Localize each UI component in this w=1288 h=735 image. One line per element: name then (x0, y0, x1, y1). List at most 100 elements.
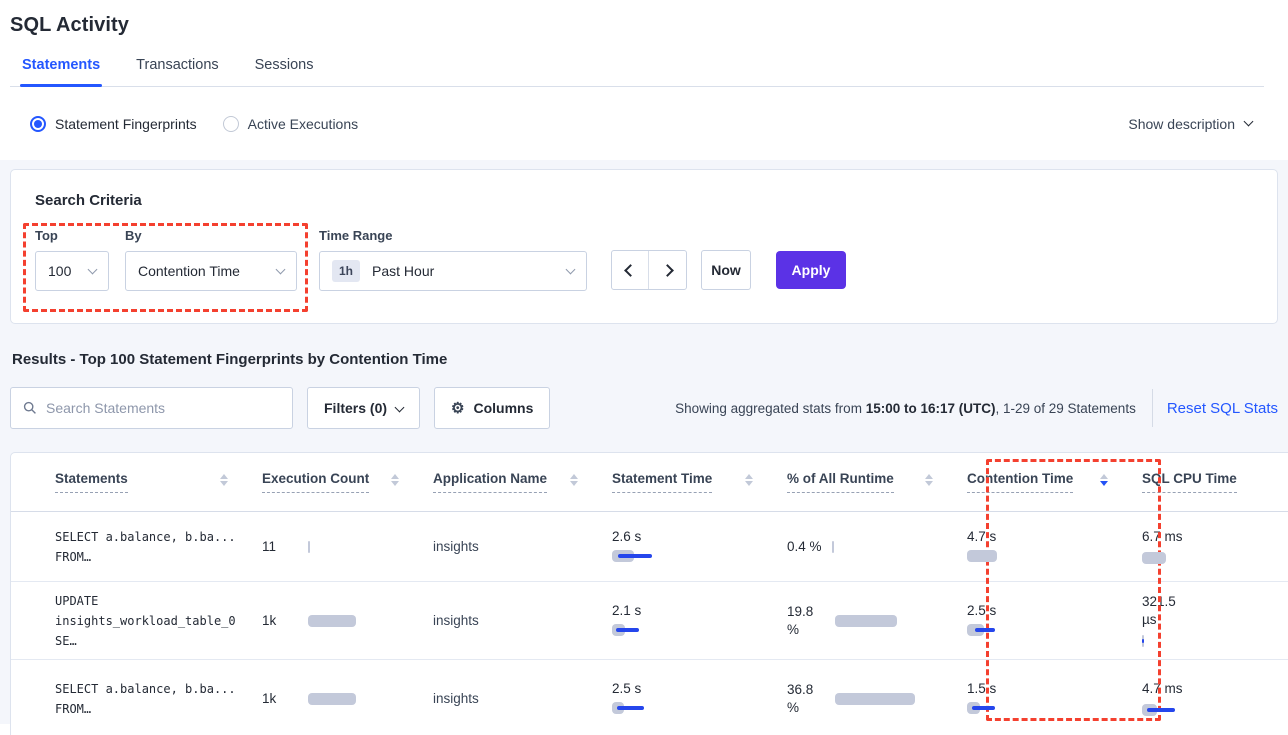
radio-unselected-icon (223, 116, 239, 132)
table-row[interactable]: SELECT a.balance, b.ba... FROM… 1k insig… (11, 660, 1288, 735)
results-toolbar: Filters (0) ⚙ Columns Showing aggregated… (10, 387, 1278, 429)
sort-icon (220, 474, 228, 491)
column-header-pct-runtime[interactable]: % of All Runtime (787, 471, 967, 493)
contention-time-bar (967, 548, 1063, 564)
time-range-label: Time Range (319, 228, 587, 243)
chevron-down-icon (1244, 117, 1254, 127)
apply-button[interactable]: Apply (776, 251, 846, 289)
column-header-execution-count[interactable]: Execution Count (262, 471, 433, 493)
reset-sql-stats-link[interactable]: Reset SQL Stats (1167, 400, 1278, 417)
contention-time-bar (967, 622, 1063, 638)
sort-icon (925, 474, 933, 491)
time-range-badge: 1h (332, 260, 360, 282)
tab-statements[interactable]: Statements (20, 57, 102, 86)
execution-count-cell: 11 (262, 539, 433, 555)
column-header-statement-time[interactable]: Statement Time (612, 471, 787, 493)
sql-cpu-time-bar (1142, 702, 1238, 718)
filters-button[interactable]: Filters (0) (307, 387, 420, 429)
time-range-select[interactable]: 1h Past Hour (319, 251, 587, 291)
statement-time-cell: 2.5 s (612, 681, 787, 716)
column-header-sql-cpu-time[interactable]: SQL CPU Time (1142, 471, 1288, 493)
sql-cpu-time-bar (1142, 633, 1238, 649)
statements-table: Statements Execution Count Application N… (10, 452, 1288, 735)
pct-runtime-cell: 0.4 % (787, 538, 967, 556)
gear-icon: ⚙ (451, 401, 464, 416)
top-control: Top 100 (35, 228, 109, 291)
statement-time-cell: 2.6 s (612, 529, 787, 564)
sql-cpu-time-cell: 6.7 ms (1142, 528, 1288, 566)
toolbar-divider (1152, 389, 1153, 427)
aggregated-stats-note: Showing aggregated stats from 15:00 to 1… (675, 401, 1136, 416)
execution-count-bar (308, 539, 404, 555)
sql-cpu-time-cell: 321.5 µs (1142, 593, 1288, 649)
chevron-down-icon (395, 402, 405, 412)
previous-time-button[interactable] (612, 251, 649, 289)
chevron-right-icon (661, 264, 674, 277)
time-range-control: Time Range 1h Past Hour (319, 228, 587, 291)
pct-runtime-bar (832, 539, 928, 555)
columns-label: Columns (473, 400, 533, 416)
by-label: By (125, 228, 297, 243)
application-name-cell: insights (433, 691, 612, 706)
sort-icon (570, 474, 578, 491)
statement-time-cell: 2.1 s (612, 603, 787, 638)
chevron-down-icon (88, 264, 98, 274)
statement-link[interactable]: SELECT a.balance, b.ba... FROM… (11, 679, 262, 719)
filters-label: Filters (0) (324, 400, 387, 416)
statement-time-bar (612, 700, 708, 716)
sort-icon-active-desc (1100, 474, 1108, 491)
execution-count-bar (308, 691, 404, 707)
pct-runtime-bar (835, 613, 931, 629)
radio-label: Active Executions (248, 116, 359, 132)
statement-time-bar (612, 548, 708, 564)
view-toggle-band: Statement Fingerprints Active Executions… (0, 87, 1288, 160)
application-name-cell: insights (433, 539, 612, 554)
show-description-label: Show description (1128, 116, 1235, 132)
statement-link[interactable]: UPDATE insights_workload_table_0 SE… (11, 591, 262, 651)
chevron-down-icon (276, 264, 286, 274)
by-select[interactable]: Contention Time (125, 251, 297, 291)
pct-runtime-cell: 36.8 % (787, 681, 967, 717)
application-name-cell: insights (433, 613, 612, 628)
results-heading: Results - Top 100 Statement Fingerprints… (12, 351, 1278, 368)
show-description-toggle[interactable]: Show description (1128, 116, 1252, 132)
radio-active-executions[interactable]: Active Executions (223, 116, 359, 132)
table-header-row: Statements Execution Count Application N… (11, 453, 1288, 512)
sort-icon (745, 474, 753, 491)
column-header-statements[interactable]: Statements (11, 471, 262, 493)
contention-time-bar (967, 700, 1063, 716)
search-criteria-heading: Search Criteria (11, 170, 1277, 209)
radio-statement-fingerprints[interactable]: Statement Fingerprints (30, 116, 197, 132)
radio-selected-icon (30, 116, 46, 132)
search-statements-box (10, 387, 293, 429)
table-body: SELECT a.balance, b.ba... FROM… 11 insig… (11, 512, 1288, 735)
column-header-contention-time[interactable]: Contention Time (967, 471, 1142, 493)
sql-cpu-time-cell: 4.7 ms (1142, 680, 1288, 718)
pct-runtime-bar (835, 691, 931, 707)
tab-bar: Statements Transactions Sessions (10, 57, 1264, 87)
sql-cpu-time-bar (1142, 550, 1238, 566)
table-row[interactable]: UPDATE insights_workload_table_0 SE… 1k … (11, 582, 1288, 660)
contention-time-cell: 2.5 s (967, 603, 1142, 638)
tab-transactions[interactable]: Transactions (134, 57, 220, 86)
table-row[interactable]: SELECT a.balance, b.ba... FROM… 11 insig… (11, 512, 1288, 582)
chevron-down-icon (566, 264, 576, 274)
time-range-value: Past Hour (372, 263, 434, 279)
execution-count-bar (308, 613, 404, 629)
top-label: Top (35, 228, 109, 243)
execution-count-cell: 1k (262, 613, 433, 629)
contention-time-cell: 1.5 s (967, 681, 1142, 716)
now-button[interactable]: Now (701, 250, 751, 290)
tab-sessions[interactable]: Sessions (253, 57, 316, 86)
page-title: SQL Activity (10, 14, 1264, 37)
search-statements-input[interactable] (46, 400, 280, 416)
columns-button[interactable]: ⚙ Columns (434, 387, 550, 429)
statement-link[interactable]: SELECT a.balance, b.ba... FROM… (11, 527, 262, 567)
column-header-application-name[interactable]: Application Name (433, 471, 612, 493)
search-icon (23, 401, 37, 415)
pct-runtime-cell: 19.8 % (787, 603, 967, 639)
next-time-button[interactable] (649, 251, 686, 289)
time-range-arrows (611, 250, 687, 290)
top-select[interactable]: 100 (35, 251, 109, 291)
top-value: 100 (48, 263, 71, 279)
